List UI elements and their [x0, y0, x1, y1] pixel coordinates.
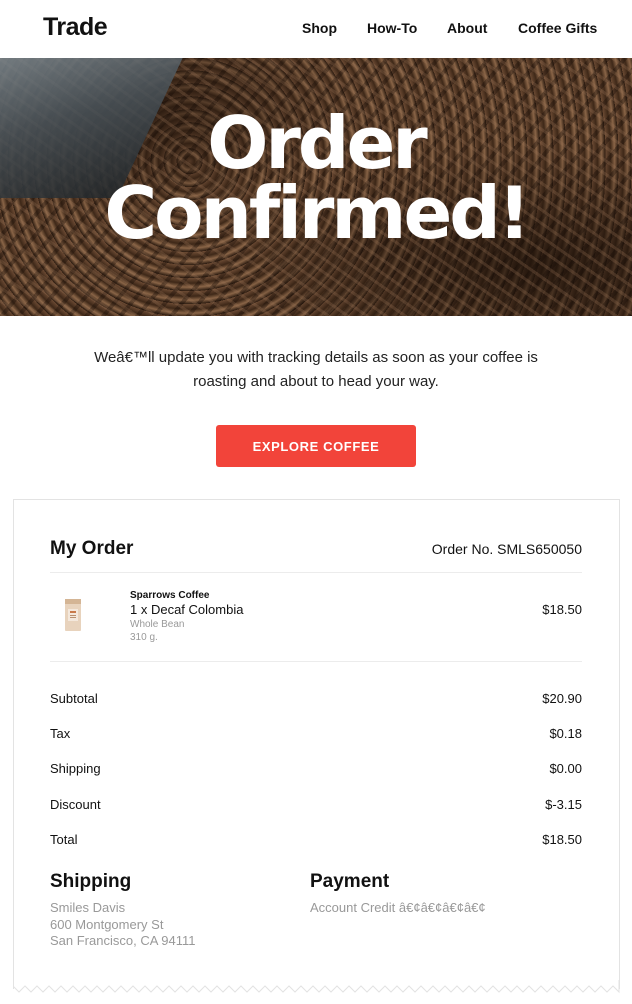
order-number: Order No. SMLS650050: [431, 541, 582, 557]
product-brand: Sparrows Coffee: [130, 590, 210, 601]
card-zigzag-edge: [13, 980, 620, 994]
hero-banner: Order Confirmed!: [0, 58, 632, 316]
shipping-cost-label: Shipping: [50, 761, 101, 776]
discount-value: $-3.15: [545, 797, 582, 812]
product-grind: Whole Bean: [130, 619, 185, 630]
total-label: Total: [50, 832, 78, 847]
shipping-cost-value: $0.00: [549, 761, 582, 776]
product-name: 1 x Decaf Colombia: [130, 602, 244, 617]
payment-method: Account Credit â€¢â€¢â€¢â€¢: [310, 900, 486, 915]
explore-coffee-button[interactable]: EXPLORE COFFEE: [216, 425, 416, 467]
hero-title: Order Confirmed!: [0, 101, 632, 255]
payment-heading: Payment: [310, 871, 390, 892]
divider: [50, 661, 582, 662]
intro-message: Weâ€™ll update you with tracking details…: [94, 349, 538, 390]
nav-coffee-gifts-link[interactable]: Coffee Gifts: [518, 20, 597, 36]
divider: [50, 572, 582, 573]
shipping-address: Smiles Davis 600 Montgomery St San Franc…: [50, 900, 196, 950]
shipping-name: Smiles Davis: [50, 900, 126, 915]
tax-value: $0.18: [549, 726, 582, 741]
discount-label: Discount: [50, 797, 101, 812]
product-weight: 310 g.: [130, 632, 158, 643]
tax-label: Tax: [50, 726, 71, 741]
nav-how-to-link[interactable]: How-To: [367, 20, 417, 36]
hero-title-line1: Order: [207, 101, 428, 185]
nav-about-link[interactable]: About: [447, 20, 487, 36]
logo[interactable]: Trade: [43, 13, 108, 42]
subtotal-label: Subtotal: [50, 691, 98, 706]
my-order-heading: My Order: [50, 538, 134, 559]
total-value: $18.50: [542, 832, 582, 847]
header: Trade Shop How-To About Coffee Gifts: [0, 0, 632, 58]
product-price: $18.50: [542, 602, 582, 617]
coffee-bag-icon: [65, 599, 81, 631]
hero-title-line2: Confirmed!: [104, 171, 530, 255]
shipping-street: 600 Montgomery St: [50, 916, 164, 932]
subtotal-value: $20.90: [542, 691, 582, 706]
nav-shop-link[interactable]: Shop: [302, 20, 337, 36]
shipping-heading: Shipping: [50, 871, 132, 892]
shipping-city: San Francisco, CA 94111: [50, 933, 196, 948]
